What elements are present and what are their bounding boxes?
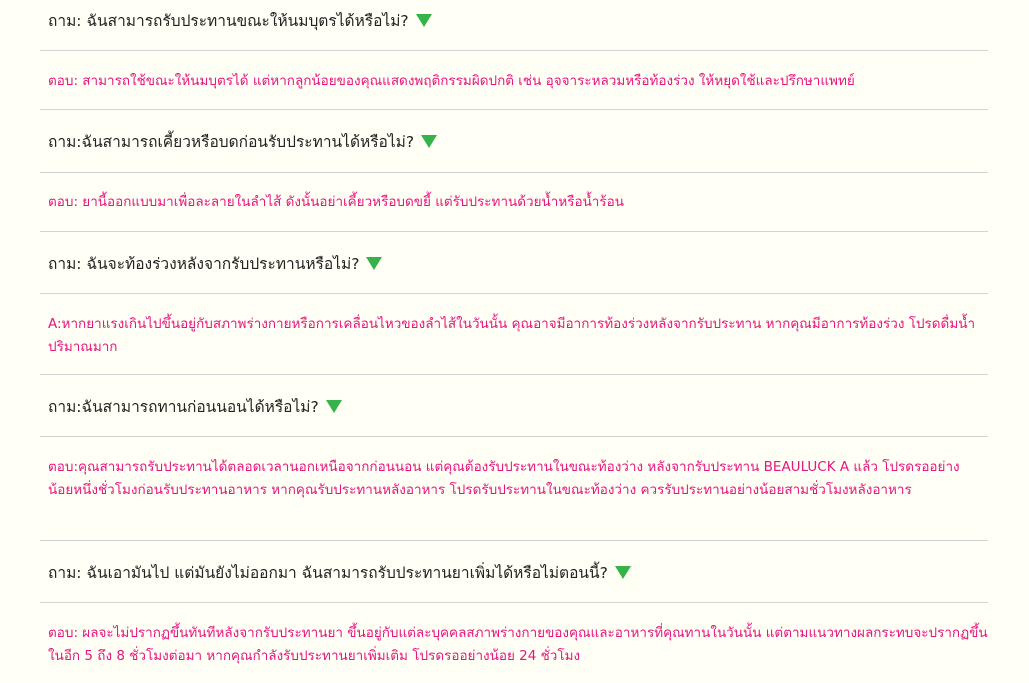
triangle-down-icon[interactable] (421, 135, 438, 148)
faq-question-2[interactable]: ถาม:ฉันสามารถเคี้ยวหรือบดก่อนรับประทานได… (48, 131, 988, 153)
faq-answer-5: ตอบ: ผลจะไม่ปรากฏขึ้นทันทีหลังจากรับประท… (48, 625, 988, 664)
divider (40, 109, 988, 110)
divider (40, 293, 988, 294)
faq-question-5-text: ถาม: ฉันเอามันไป แต่มันยังไม่ออกมา ฉันสา… (48, 564, 608, 582)
faq-question-4[interactable]: ถาม:ฉันสามารถทานก่อนนอนได้หรือไม่? (48, 396, 988, 418)
faq-question-4-text: ถาม:ฉันสามารถทานก่อนนอนได้หรือไม่? (48, 398, 319, 416)
faq-answer-2: ตอบ: ยานี้ออกแบบมาเพื่อละลายในลำไส้ ดังน… (48, 194, 624, 210)
faq-question-3[interactable]: ถาม: ฉันจะท้องร่วงหลังจากรับประทานหรือไม… (48, 253, 988, 275)
faq-answer-3: A:หากยาแรงเกินไปขึ้นอยู่กับสภาพร่างกายหร… (48, 316, 976, 355)
faq-question-1[interactable]: ถาม: ฉันสามารถรับประทานขณะให้นมบุตรได้หร… (48, 10, 988, 32)
faq-question-5[interactable]: ถาม: ฉันเอามันไป แต่มันยังไม่ออกมา ฉันสา… (48, 562, 988, 584)
triangle-down-icon[interactable] (415, 14, 432, 27)
divider (40, 172, 988, 173)
faq-list: ถาม: ฉันสามารถรับประทานขณะให้นมบุตรได้หร… (0, 0, 1029, 683)
triangle-down-icon[interactable] (614, 566, 631, 579)
faq-answer-4: ตอบ:คุณสามารถรับประทานได้ตลอดเวลานอกเหนื… (48, 459, 960, 498)
faq-answer-1: ตอบ: สามารถใช้ขณะให้นมบุตรได้ แต่หากลูกน… (48, 73, 855, 89)
divider (40, 231, 988, 232)
triangle-down-icon[interactable] (366, 257, 383, 270)
faq-question-2-text: ถาม:ฉันสามารถเคี้ยวหรือบดก่อนรับประทานได… (48, 133, 415, 151)
faq-question-1-text: ถาม: ฉันสามารถรับประทานขณะให้นมบุตรได้หร… (48, 12, 409, 30)
triangle-down-icon[interactable] (325, 400, 342, 413)
divider (40, 602, 988, 603)
divider (40, 374, 988, 375)
divider (40, 436, 988, 437)
divider (40, 540, 988, 541)
faq-question-3-text: ถาม: ฉันจะท้องร่วงหลังจากรับประทานหรือไม… (48, 255, 360, 273)
divider (40, 50, 988, 51)
